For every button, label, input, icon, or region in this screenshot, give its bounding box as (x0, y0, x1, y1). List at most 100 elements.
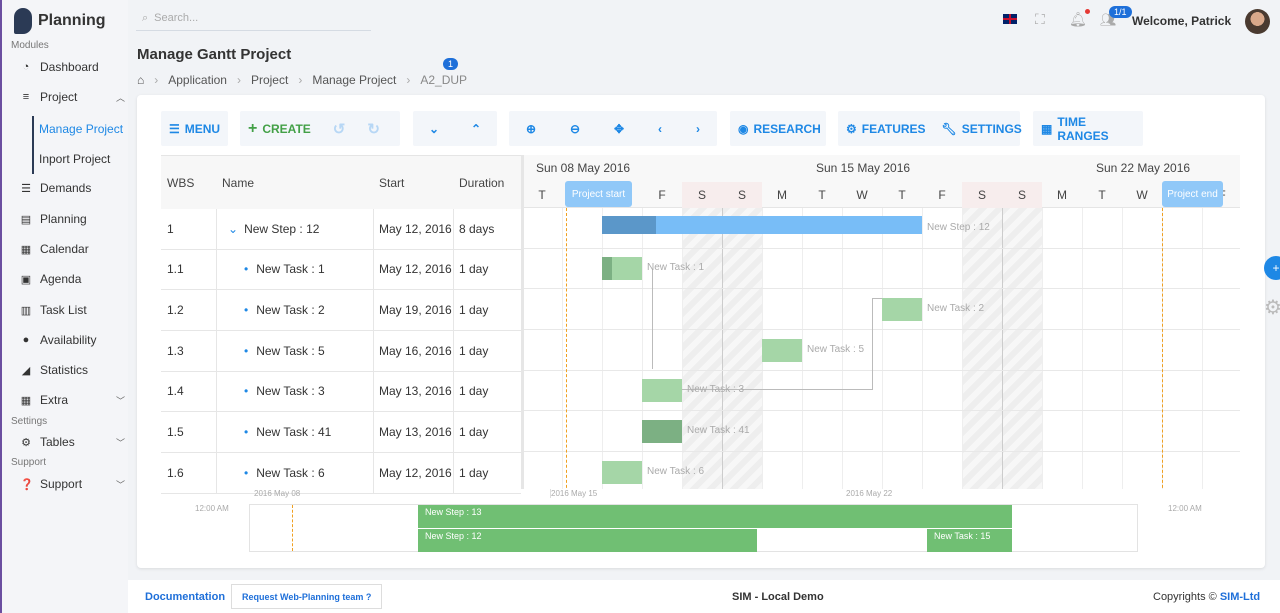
chevron-down-icon: ﹀ (115, 479, 125, 490)
app-logo[interactable]: Planning (14, 8, 106, 34)
fullscreen-icon[interactable]: ⛶ (1035, 11, 1045, 28)
sidebar-item-extra[interactable]: ▦ Extra ﹀ (20, 390, 125, 410)
column-duration[interactable]: Duration (453, 156, 521, 209)
sidebar-item-tables[interactable]: ⚙ Tables ﹀ (20, 432, 125, 452)
search-input[interactable]: ⌕ Search... (136, 6, 371, 31)
zoom-out-icon[interactable]: ⊖ (562, 111, 588, 146)
mini-bar[interactable]: New Task : 15 (927, 529, 1012, 552)
mini-bar[interactable]: New Step : 13 (418, 505, 1012, 528)
chevron-down-icon: ﹀ (115, 437, 125, 448)
table-row[interactable]: 1 ⌄ New Step : 12 May 12, 2016 8 days (161, 209, 521, 250)
sidebar-item-agenda[interactable]: ▣ Agenda (20, 269, 125, 289)
prev-icon[interactable]: ‹ (650, 111, 670, 146)
name-cell[interactable]: • New Task : 41 (216, 412, 373, 452)
mini-bar[interactable]: New Step : 12 (418, 529, 757, 552)
crumb-manage-project[interactable]: Manage Project (312, 73, 396, 87)
table-row[interactable]: 1.3 • New Task : 5 May 16, 2016 1 day (161, 331, 521, 372)
fit-icon[interactable]: ✥ (606, 111, 632, 146)
crumb-application[interactable]: Application (168, 73, 227, 87)
table-row[interactable]: 1.4 • New Task : 3 May 13, 2016 1 day (161, 371, 521, 412)
sidebar-item-statistics[interactable]: ◢ Statistics (20, 360, 125, 380)
uk-flag-icon[interactable] (1003, 14, 1017, 24)
mini-tick: 2016 May 15 (550, 489, 598, 498)
mini-tick: 2016 May 08 (254, 489, 301, 498)
plus-icon: + (248, 119, 258, 137)
table-row[interactable]: 1.6 • New Task : 6 May 12, 2016 1 day (161, 453, 521, 494)
task-bar[interactable] (602, 461, 642, 484)
menu-button[interactable]: ☰ MENU (161, 111, 228, 146)
name-cell[interactable]: • New Task : 3 (216, 371, 373, 411)
mini-timeline[interactable]: New Step : 13 New Step : 12 New Task : 1… (249, 504, 1138, 552)
sidebar-item-task-list[interactable]: ▥ Task List (20, 300, 125, 320)
create-button[interactable]: + CREATE (240, 111, 319, 146)
label: TIME RANGES (1057, 114, 1109, 143)
project-bar[interactable] (602, 216, 922, 234)
label: Project (40, 90, 78, 104)
column-name[interactable]: Name (216, 156, 373, 209)
name-cell[interactable]: • New Task : 2 (216, 290, 373, 330)
project-start-marker[interactable]: Project start (565, 181, 632, 207)
calendar-icon: ▦ (1041, 121, 1053, 136)
crumb-project[interactable]: Project (251, 73, 288, 87)
list-icon: ☰ (21, 182, 31, 195)
sidebar-item-planning[interactable]: ▤ Planning (20, 209, 125, 229)
mini-time-left: 12:00 AM (195, 504, 229, 513)
task-bar[interactable] (602, 257, 642, 280)
table-row[interactable]: 1.1 • New Task : 1 May 12, 2016 1 day (161, 249, 521, 290)
undo-button[interactable]: ↺ (319, 111, 360, 146)
sidebar-item-demands[interactable]: ☰ Demands (20, 178, 125, 198)
features-button[interactable]: ⚙ FEATURES (838, 111, 934, 146)
company-link[interactable]: SIM-Ltd (1220, 591, 1260, 603)
settings-button[interactable]: 🔧︎ SETTINGS (934, 111, 1030, 146)
sidebar-item-manage-project[interactable]: Manage Project (39, 122, 123, 136)
sidebar-item-availability[interactable]: ● Availability (20, 330, 125, 350)
home-icon[interactable]: ⌂ (137, 73, 144, 87)
expand-all-button[interactable]: ⌄ (421, 111, 447, 146)
name-cell[interactable]: • New Task : 1 (216, 249, 373, 289)
sidebar-item-support[interactable]: ❓ Support ﹀ (20, 474, 125, 494)
sidebar-item-dashboard[interactable]: ◔ Dashboard (20, 57, 125, 77)
start-cell: May 19, 2016 (379, 303, 452, 317)
name-cell[interactable]: • New Task : 5 (216, 331, 373, 371)
bell-icon[interactable]: 🔔︎ (1069, 9, 1090, 28)
dashboard-icon: ◔ (22, 61, 30, 73)
name-cell[interactable]: ⌄ New Step : 12 (216, 209, 373, 249)
mini-tick: 2016 May 22 (846, 489, 893, 498)
documentation-link[interactable]: Documentation (145, 591, 225, 603)
collapse-all-button[interactable]: ⌃ (463, 111, 489, 146)
column-start[interactable]: Start (373, 156, 453, 209)
duration-cell: 1 day (459, 466, 489, 480)
agenda-icon: ▣ (20, 273, 32, 286)
request-team-button[interactable]: Request Web-Planning team ? (231, 584, 383, 609)
project-end-marker[interactable]: Project end (1162, 181, 1223, 207)
dependency-link[interactable] (652, 269, 653, 369)
column-wbs[interactable]: WBS (161, 156, 216, 209)
wbs-cell: 1 (167, 222, 174, 236)
chevron-down-icon[interactable]: ⌄ (228, 222, 238, 236)
task-bar[interactable] (642, 379, 682, 402)
task-bar[interactable] (882, 298, 922, 321)
day-label: S (737, 188, 746, 202)
zoom-group: ⊕ ⊖ ✥ ‹ › (509, 111, 717, 146)
name-cell[interactable]: • New Task : 6 (216, 453, 373, 493)
next-icon[interactable]: › (688, 111, 708, 146)
day-label: S (1017, 188, 1026, 202)
label: Task List (40, 303, 87, 317)
task-bar[interactable] (762, 339, 802, 362)
table-row[interactable]: 1.5 • New Task : 41 May 13, 2016 1 day (161, 412, 521, 453)
zoom-in-icon[interactable]: ⊕ (518, 111, 544, 146)
redo-button[interactable]: ↻ (359, 111, 388, 146)
breadcrumb-badge: 1 (443, 58, 459, 70)
sidebar-item-project[interactable]: ≡ Project ︿ (20, 87, 125, 107)
time-ranges-button[interactable]: ▦ TIME RANGES (1033, 111, 1143, 146)
research-button[interactable]: ◉ RESEARCH (730, 111, 829, 146)
settings-fab-icon[interactable]: ⚙ (1264, 295, 1280, 320)
add-fab-icon[interactable]: + (1264, 256, 1280, 280)
crumb-current: A2_DUP (420, 73, 468, 87)
table-row[interactable]: 1.2 • New Task : 2 May 19, 2016 1 day (161, 290, 521, 331)
sidebar-item-inport-project[interactable]: Inport Project (39, 152, 110, 166)
table-icon: ▥ (20, 304, 32, 317)
sidebar-item-calendar[interactable]: ▦ Calendar (20, 239, 125, 259)
avatar[interactable] (1245, 9, 1270, 34)
task-bar[interactable] (642, 420, 682, 443)
